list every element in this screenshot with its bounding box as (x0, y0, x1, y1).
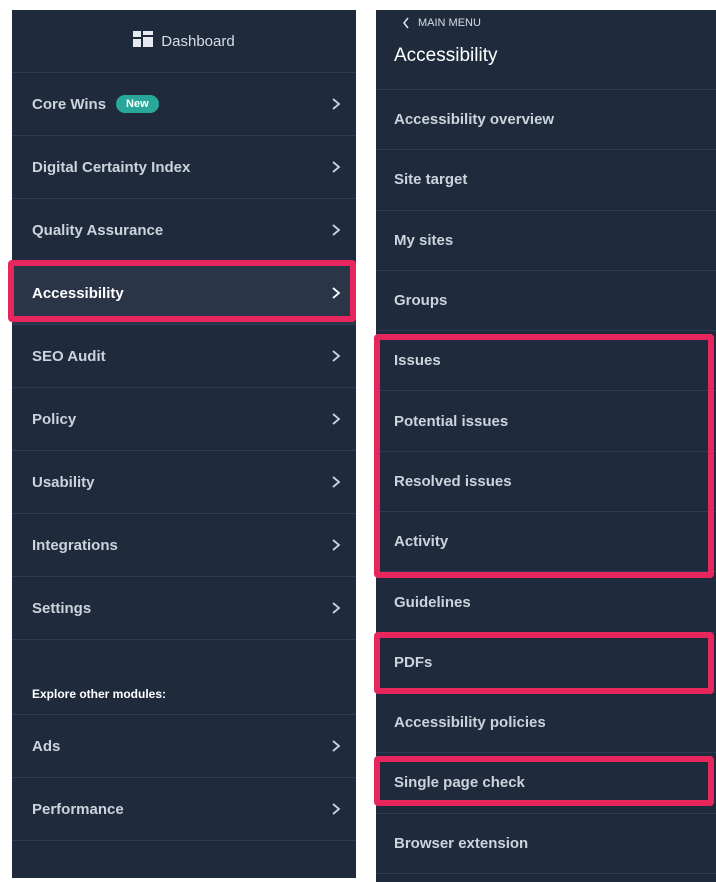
chevron-right-icon (332, 161, 341, 173)
menu-item-label: Integrations (32, 536, 118, 554)
dashboard-link[interactable]: Dashboard (12, 10, 356, 73)
back-label: MAIN MENU (418, 17, 481, 29)
submenu-title: Accessibility (376, 30, 716, 90)
menu-item-seo-audit[interactable]: SEO Audit (12, 325, 356, 388)
submenu-item-my-sites[interactable]: My sites (376, 211, 716, 271)
menu-item-settings[interactable]: Settings (12, 577, 356, 640)
menu-item-policy[interactable]: Policy (12, 388, 356, 451)
chevron-left-icon (402, 17, 409, 29)
submenu-item-accessibility-policies[interactable]: Accessibility policies (376, 693, 716, 754)
submenu-item-resolved-issues[interactable]: Resolved issues (376, 452, 716, 513)
menu-item-label: SEO Audit (32, 347, 106, 365)
menu-item-integrations[interactable]: Integrations (12, 514, 356, 577)
menu-item-label: Digital Certainty Index (32, 158, 191, 176)
menu-item-core-wins[interactable]: Core Wins New (12, 73, 356, 136)
dashboard-grid-icon (133, 31, 154, 51)
menu-item-label: Policy (32, 410, 77, 428)
explore-modules-heading: Explore other modules: (12, 680, 356, 715)
submenu-item-single-page-check[interactable]: Single page check (376, 753, 716, 814)
submenu-item-accessibility-overview[interactable]: Accessibility overview (376, 90, 716, 151)
new-badge: New (116, 95, 159, 113)
chevron-right-icon (332, 287, 341, 299)
submenu-item-issues[interactable]: Issues (376, 331, 716, 392)
submenu-item-activity[interactable]: Activity (376, 512, 716, 573)
chevron-right-icon (332, 740, 341, 752)
accessibility-submenu-panel: MAIN MENU Accessibility Accessibility ov… (376, 10, 716, 882)
menu-item-label: Settings (32, 599, 92, 617)
main-menu-panel: Dashboard Core Wins New Digital Certaint… (12, 10, 356, 878)
submenu-item-site-target[interactable]: Site target (376, 150, 716, 211)
chevron-right-icon (332, 602, 341, 614)
menu-item-quality-assurance[interactable]: Quality Assurance (12, 199, 356, 262)
menu-item-label: Usability (32, 473, 95, 491)
chevron-right-icon (332, 476, 341, 488)
chevron-right-icon (332, 224, 341, 236)
menu-item-usability[interactable]: Usability (12, 451, 356, 514)
menu-item-accessibility[interactable]: Accessibility (12, 262, 356, 325)
chevron-right-icon (332, 350, 341, 362)
chevron-right-icon (332, 539, 341, 551)
menu-item-digital-certainty-index[interactable]: Digital Certainty Index (12, 136, 356, 199)
menu-item-label: Accessibility (32, 284, 124, 302)
submenu-item-guidelines[interactable]: Guidelines (376, 572, 716, 633)
submenu-item-pdfs[interactable]: PDFs (376, 633, 716, 693)
menu-item-label: Quality Assurance (32, 221, 164, 239)
chevron-right-icon (332, 98, 341, 110)
dashboard-label: Dashboard (161, 32, 235, 50)
chevron-right-icon (332, 413, 341, 425)
module-item-label: Performance (32, 800, 124, 818)
submenu-item-browser-extension[interactable]: Browser extension (376, 814, 716, 874)
chevron-right-icon (332, 803, 341, 815)
submenu-item-groups[interactable]: Groups (376, 271, 716, 332)
menu-item-label: Core Wins (32, 95, 107, 113)
module-item-label: Ads (32, 737, 61, 755)
module-item-performance[interactable]: Performance (12, 778, 356, 841)
module-item-ads[interactable]: Ads (12, 715, 356, 778)
menu-spacer (12, 640, 356, 680)
submenu-item-potential-issues[interactable]: Potential issues (376, 391, 716, 452)
